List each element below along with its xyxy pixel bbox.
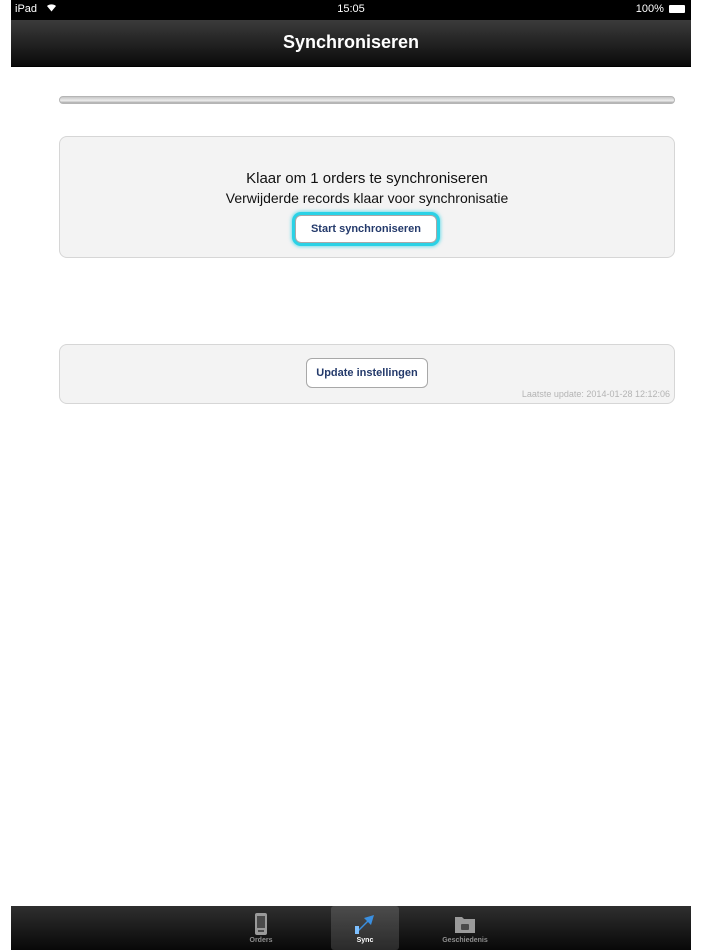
sync-submessage: Verwijderde records klaar voor synchroni… [225, 190, 509, 206]
status-bar: iPad 15:05 100% [11, 0, 691, 20]
tab-bar: Orders Sync Geschiedenis [11, 906, 691, 950]
folder-icon [452, 912, 478, 936]
sync-message: Klaar om 1 orders te synchroniseren [246, 170, 488, 187]
sync-panel: Klaar om 1 orders te synchroniseren Verw… [59, 136, 675, 258]
sync-icon [352, 912, 378, 936]
tab-sync[interactable]: Sync [331, 906, 399, 950]
battery-icon [669, 5, 685, 13]
ipad-screen: iPad 15:05 100% Synchroniseren Klaar om … [11, 0, 691, 950]
update-settings-button[interactable]: Update instellingen [306, 358, 428, 388]
tab-orders[interactable]: Orders [227, 906, 295, 950]
status-time: 15:05 [337, 3, 365, 15]
navigation-bar: Synchroniseren [11, 20, 691, 67]
update-panel: Update instellingen Laatste update: 2014… [59, 344, 675, 404]
last-update-text: Laatste update: 2014-01-28 12:12:06 [521, 389, 670, 399]
orders-icon [248, 912, 274, 936]
tab-sync-label: Sync [356, 937, 374, 944]
start-sync-button[interactable]: Start synchroniseren [295, 215, 437, 243]
status-right: 100% [636, 3, 685, 15]
tab-history[interactable]: Geschiedenis [431, 906, 499, 950]
battery-percent: 100% [635, 3, 664, 15]
tab-history-label: Geschiedenis [442, 937, 488, 944]
page-title: Synchroniseren [282, 32, 420, 52]
sync-progress-bar [59, 96, 675, 104]
tab-orders-label: Orders [249, 937, 273, 944]
